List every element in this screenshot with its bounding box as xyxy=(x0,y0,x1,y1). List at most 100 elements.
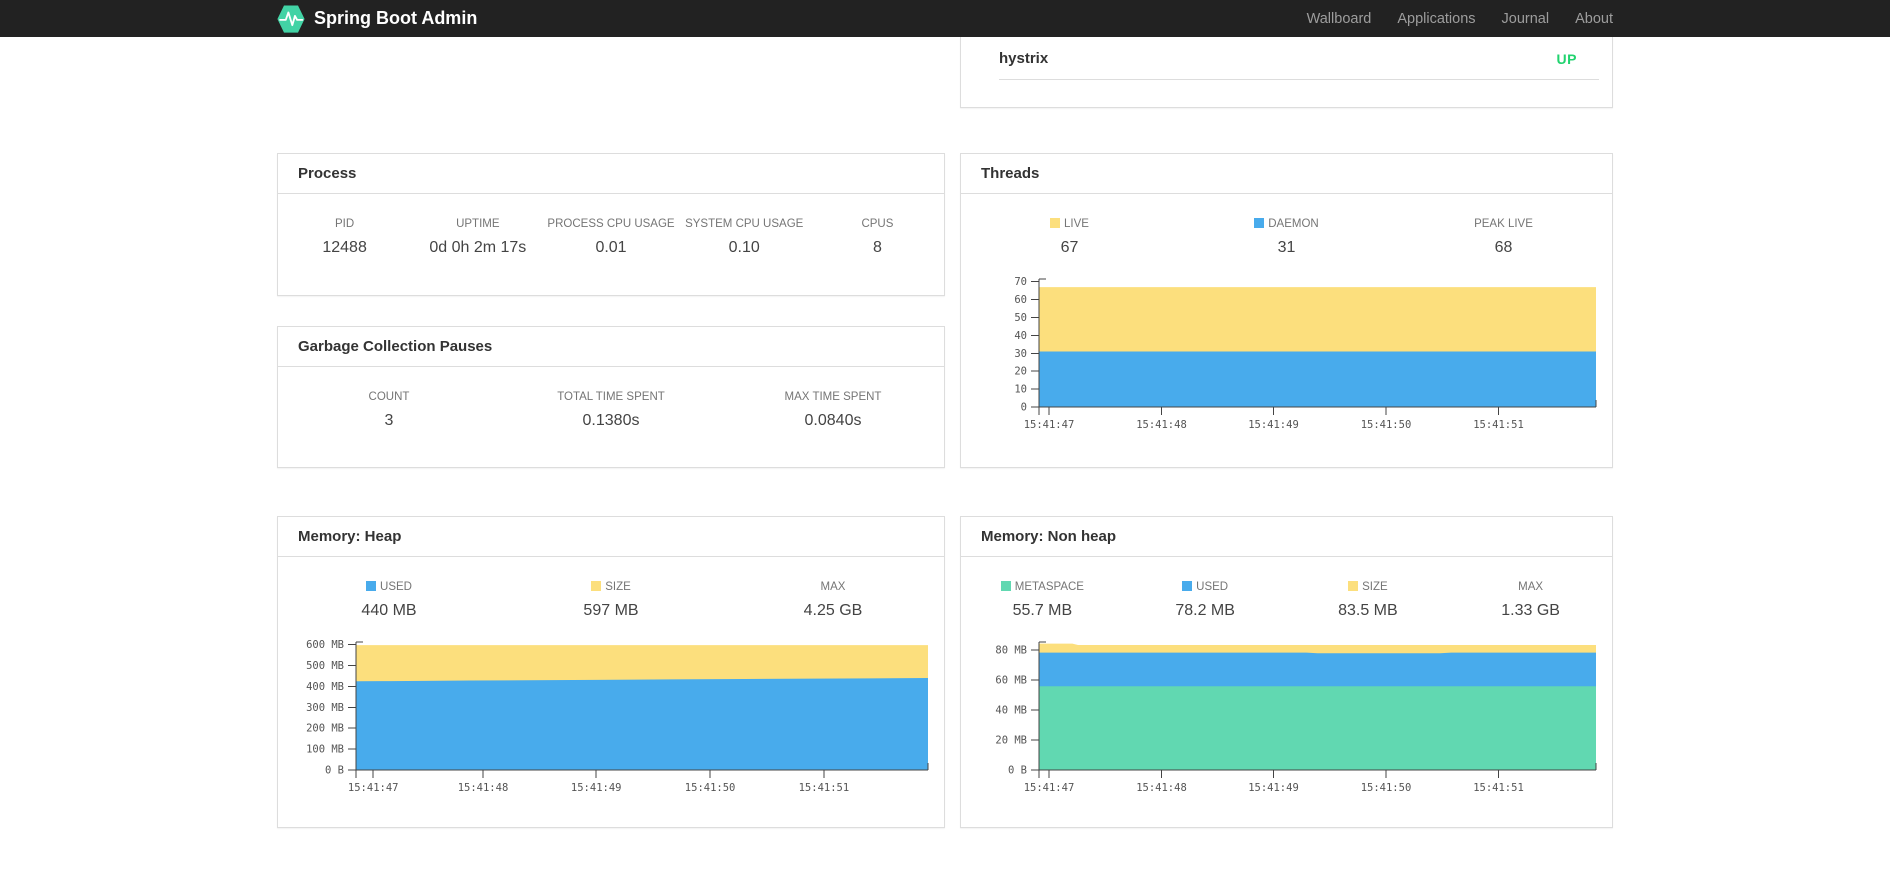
metric-label: PID xyxy=(335,218,355,230)
application-row[interactable]: hystrix UP xyxy=(961,37,1612,79)
threads-chart: 0 10 20 30 40 50 60 70 15:41:47 15:41:48 15:41:49 1… xyxy=(961,269,1612,441)
svg-text:30: 30 xyxy=(1014,348,1027,360)
svg-text:15:41:49: 15:41:49 xyxy=(571,782,622,794)
metric: CPUS 8 xyxy=(811,218,944,257)
threads-panel-title: Threads xyxy=(961,154,1612,194)
metric-label: USED xyxy=(1124,581,1287,593)
heap-memory-chart: 0 B 100 MB 200 MB 300 MB 400 MB 500 MB 600 MB 1… xyxy=(278,632,944,804)
metric: MAX TIME SPENT 0.0840s xyxy=(722,391,944,430)
svg-text:15:41:47: 15:41:47 xyxy=(348,782,399,794)
metric-label: MAX xyxy=(1518,581,1544,593)
left-column: Process PID 12488 UPTIME 0d 0h 2m 17s PR… xyxy=(277,153,945,828)
svg-text:300 MB: 300 MB xyxy=(306,702,344,714)
metric-value: 0.01 xyxy=(595,239,627,256)
svg-text:600 MB: 600 MB xyxy=(306,639,344,651)
svg-text:40 MB: 40 MB xyxy=(995,705,1027,717)
svg-text:0: 0 xyxy=(1021,402,1027,414)
svg-text:15:41:50: 15:41:50 xyxy=(1361,782,1412,794)
metric-label: SYSTEM CPU USAGE xyxy=(685,218,804,230)
svg-text:50: 50 xyxy=(1014,312,1027,324)
svg-text:70: 70 xyxy=(1014,276,1027,288)
memory-heap-panel-title: Memory: Heap xyxy=(278,517,944,557)
metric-value: 0.10 xyxy=(728,239,760,256)
metric: PID 12488 xyxy=(278,218,411,257)
legend-swatch-icon xyxy=(1000,581,1011,591)
metric: METASPACE 55.7 MB xyxy=(961,581,1124,620)
nav-link[interactable]: Wallboard xyxy=(1294,11,1385,27)
nonheap-legend: METASPACE 55.7 MB USED 78.2 MB SIZE 83.5… xyxy=(961,557,1612,620)
svg-text:15:41:48: 15:41:48 xyxy=(1136,782,1187,794)
metric-label: TOTAL TIME SPENT xyxy=(557,391,665,403)
svg-text:15:41:48: 15:41:48 xyxy=(458,782,509,794)
legend-swatch-icon xyxy=(1348,581,1359,591)
memory-nonheap-panel-title: Memory: Non heap xyxy=(961,517,1612,557)
metric-value: 83.5 MB xyxy=(1338,602,1398,619)
metric-label: SIZE xyxy=(500,581,722,593)
svg-text:15:41:51: 15:41:51 xyxy=(1473,419,1524,431)
metric-label: DAEMON xyxy=(1178,218,1395,230)
metric-label: METASPACE xyxy=(961,581,1124,593)
metric-value: 1.33 GB xyxy=(1501,602,1560,619)
metric: SIZE 83.5 MB xyxy=(1287,581,1450,620)
metric-value: 0.0840s xyxy=(804,412,862,429)
legend-swatch-icon xyxy=(366,581,377,591)
nav-link[interactable]: About xyxy=(1562,11,1613,27)
gc-panel-title: Garbage Collection Pauses xyxy=(278,327,944,367)
svg-text:15:41:48: 15:41:48 xyxy=(1136,419,1187,431)
metric-value: 68 xyxy=(1494,239,1513,256)
process-panel: Process PID 12488 UPTIME 0d 0h 2m 17s PR… xyxy=(277,153,945,296)
legend-swatch-icon xyxy=(591,581,602,591)
svg-text:15:41:51: 15:41:51 xyxy=(799,782,850,794)
metric-label: COUNT xyxy=(368,391,410,403)
application-name: hystrix xyxy=(999,50,1049,67)
metric: USED 440 MB xyxy=(278,581,500,620)
metric-value: 67 xyxy=(1060,239,1079,256)
metric: MAX 1.33 GB xyxy=(1449,581,1612,620)
spring-boot-admin-logo-icon xyxy=(277,4,305,34)
row-divider xyxy=(999,79,1599,80)
nonheap-memory-chart: 0 B 20 MB 40 MB 60 MB 80 MB 15:41:47 15:41:48 1… xyxy=(961,632,1612,804)
svg-text:15:41:49: 15:41:49 xyxy=(1248,782,1299,794)
brand-title: Spring Boot Admin xyxy=(314,8,478,28)
metric: SYSTEM CPU USAGE 0.10 xyxy=(678,218,811,257)
right-column: hystrix UP Threads LIVE 67 DAEMON 31 PEA… xyxy=(960,37,1613,828)
svg-text:20 MB: 20 MB xyxy=(995,735,1027,747)
metric-value: 3 xyxy=(384,412,394,429)
brand[interactable]: Spring Boot Admin xyxy=(277,4,477,34)
svg-text:80 MB: 80 MB xyxy=(995,645,1027,657)
heap-legend: USED 440 MB SIZE 597 MB MAX 4.25 GB xyxy=(278,557,944,620)
metric-value: 55.7 MB xyxy=(1012,602,1073,619)
process-panel-title: Process xyxy=(278,154,944,194)
svg-text:15:41:51: 15:41:51 xyxy=(1473,782,1524,794)
metric-value: 8 xyxy=(872,239,882,256)
metric-label: USED xyxy=(278,581,500,593)
svg-text:20: 20 xyxy=(1014,366,1027,378)
metric-label: MAX TIME SPENT xyxy=(784,391,882,403)
threads-panel: Threads LIVE 67 DAEMON 31 PEAK LIVE 68 0… xyxy=(960,153,1613,468)
metric-label: PEAK LIVE xyxy=(1474,218,1533,230)
metric-value: 440 MB xyxy=(361,602,417,619)
metric-label: MAX xyxy=(820,581,846,593)
metric-value: 31 xyxy=(1277,239,1296,256)
memory-heap-panel: Memory: Heap USED 440 MB SIZE 597 MB MAX… xyxy=(277,516,945,828)
metric: UPTIME 0d 0h 2m 17s xyxy=(411,218,544,257)
svg-text:15:41:47: 15:41:47 xyxy=(1024,419,1075,431)
legend-swatch-icon xyxy=(1254,218,1265,228)
legend-swatch-icon xyxy=(1182,581,1193,591)
metric-value: 12488 xyxy=(322,239,367,256)
metric-label: CPUS xyxy=(861,218,894,230)
svg-text:15:41:50: 15:41:50 xyxy=(1361,419,1412,431)
svg-text:0 B: 0 B xyxy=(1008,765,1027,777)
metric-label: UPTIME xyxy=(456,218,500,230)
process-metrics: PID 12488 UPTIME 0d 0h 2m 17s PROCESS CP… xyxy=(278,194,944,257)
memory-nonheap-panel: Memory: Non heap METASPACE 55.7 MB USED … xyxy=(960,516,1613,828)
threads-legend: LIVE 67 DAEMON 31 PEAK LIVE 68 xyxy=(961,194,1612,257)
navbar: Spring Boot Admin Wallboard Applications… xyxy=(0,0,1890,37)
metric: DAEMON 31 xyxy=(1178,218,1395,257)
nav-link[interactable]: Journal xyxy=(1489,11,1563,27)
nav-link[interactable]: Applications xyxy=(1384,11,1488,27)
svg-text:15:41:49: 15:41:49 xyxy=(1248,419,1299,431)
metric: MAX 4.25 GB xyxy=(722,581,944,620)
svg-text:400 MB: 400 MB xyxy=(306,681,344,693)
gc-pauses-panel: Garbage Collection Pauses COUNT 3 TOTAL … xyxy=(277,326,945,468)
